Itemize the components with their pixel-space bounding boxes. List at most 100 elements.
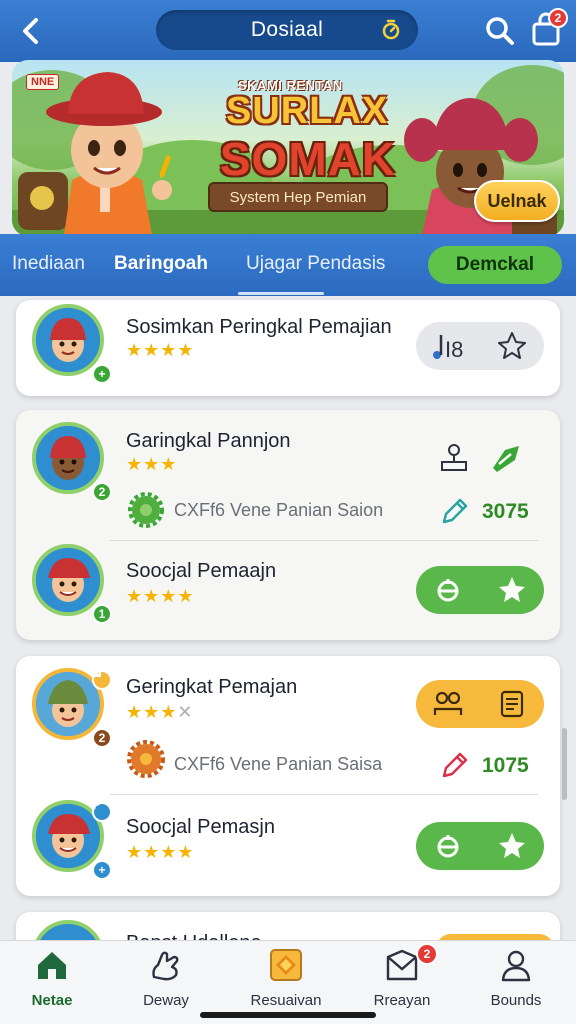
gem-box-icon [270, 949, 302, 981]
search-icon [486, 17, 514, 45]
tab-demckal[interactable]: Demckal [428, 246, 562, 284]
send-gift-button[interactable] [486, 438, 526, 478]
friends-icon [433, 691, 463, 715]
music-note-icon: I8 [433, 335, 463, 361]
nav-label: Rreayan [373, 992, 431, 1009]
crossed-swords-icon: ✕ [177, 702, 194, 722]
banner-tag: NNE [26, 74, 60, 90]
row-divider [110, 794, 538, 795]
avatar[interactable]: + [32, 800, 112, 880]
add-friend-badge[interactable]: + [92, 364, 112, 384]
leaderboard-card[interactable]: 2 Garingkal Pannjon ★★★ CXFf6 Vene Pania… [16, 410, 560, 640]
row-divider [110, 540, 538, 541]
level-badge: 2 [92, 728, 112, 748]
back-button[interactable] [14, 14, 48, 48]
action-pill: I8 [416, 322, 544, 370]
nav-label: Resuaivan [250, 992, 322, 1009]
podium-icon [441, 444, 467, 471]
avatar[interactable]: 2 [32, 422, 112, 502]
player-name: Soocjal Pemasjn [126, 816, 275, 838]
scrollbar-thumb[interactable] [562, 728, 567, 800]
send-arrow-icon [493, 446, 519, 472]
notification-badge: 2 [416, 943, 438, 965]
player-name: Geringkat Pemajan [126, 676, 298, 698]
nav-rreayan[interactable]: 2 Rreayan [350, 943, 454, 1009]
nav-netae[interactable]: Netae [0, 947, 104, 1009]
action-pill [416, 680, 544, 728]
star-outline-icon [498, 332, 526, 359]
promo-banner[interactable]: NNE SKAMI RENTAN SURLAX SOMAK System Hep… [12, 60, 564, 236]
sparkle-icon [90, 800, 100, 810]
home-indicator [200, 1012, 376, 1018]
tab-baringoah[interactable]: Baringoah [114, 253, 208, 275]
gift-icon [437, 579, 459, 602]
favorite-button[interactable] [492, 570, 532, 610]
tab-ujagar-pendasis[interactable]: Ujagar Pendasis [246, 253, 385, 275]
page-title: Dosiaal [250, 18, 324, 41]
avatar[interactable]: + [32, 304, 112, 384]
pencil-icon [442, 752, 468, 778]
home-icon [38, 952, 66, 979]
nav-label: Bounds [490, 992, 542, 1009]
search-button[interactable] [484, 15, 516, 47]
favorite-button[interactable] [492, 326, 532, 366]
player-avatar-icon [36, 548, 100, 612]
player-score: 1075 [482, 754, 529, 777]
edit-button[interactable] [434, 492, 474, 532]
banner-logo-line2: SOMAK [219, 133, 397, 185]
action-pill [416, 822, 544, 870]
add-friend-badge[interactable]: + [92, 860, 112, 880]
shopping-bag-button[interactable]: 2 [530, 8, 568, 48]
player-name: Soocjal Pemaajn [126, 560, 277, 582]
leaderboard-card[interactable]: + Sosimkan Peringkal Pemajian ★★★★ I8 [16, 300, 560, 396]
banner-ribbon: System Hep Pemian [208, 182, 388, 212]
envelope-icon [386, 949, 418, 981]
player-avatar-icon [36, 308, 100, 372]
hand-icon [152, 951, 179, 981]
tab-underline [238, 292, 324, 295]
gift-button[interactable] [428, 826, 468, 866]
profile-icon [501, 950, 531, 982]
level-badge: 1 [92, 604, 112, 624]
gift-icon [437, 835, 459, 858]
title-pill[interactable]: Dosiaal [156, 10, 418, 50]
player-name: Sosimkan Peringkal Pemajian [126, 316, 392, 338]
nav-deway[interactable]: Deway [114, 947, 218, 1009]
cart-count-badge: 2 [548, 8, 568, 28]
notes-button[interactable] [492, 684, 532, 724]
nav-resuaivan[interactable]: Resuaivan [234, 947, 338, 1009]
player-name: Garingkal Pannjon [126, 430, 291, 452]
music-note-button[interactable]: I8 [428, 326, 468, 366]
star-rating: ★★★★ [126, 842, 195, 862]
leaderboard-card[interactable]: 2 Geringkat Pemajan ★★★✕ CXFf6 Vene Pani… [16, 656, 560, 896]
player-score: 3075 [482, 500, 529, 523]
star-rating: ★★★★ [126, 340, 195, 360]
level-badge: 2 [92, 482, 112, 502]
action-pill [416, 566, 544, 614]
gift-button[interactable] [428, 570, 468, 610]
crown-badge [91, 669, 112, 690]
star-rating: ★★★✕ [126, 702, 194, 722]
banner-logo-line1: SURLAX [226, 90, 389, 132]
star-filled-icon [499, 833, 525, 858]
edit-button[interactable] [434, 746, 474, 786]
gear-badge-icon [128, 492, 164, 528]
reward-description: CXFf6 Vene Panian Saisa [174, 754, 383, 774]
unlock-button[interactable]: Uelnak [474, 180, 560, 222]
top-app-bar: Dosiaal 2 [0, 0, 576, 62]
avatar[interactable]: 2 [32, 668, 112, 748]
crown-icon [91, 669, 101, 677]
player-avatar-icon [36, 426, 100, 490]
podium-button[interactable] [434, 438, 474, 478]
friends-button[interactable] [428, 684, 468, 724]
favorite-button[interactable] [492, 826, 532, 866]
chevron-left-icon [23, 18, 38, 44]
nav-bounds[interactable]: Bounds [464, 947, 568, 1009]
tab-inediaan[interactable]: Inediaan [12, 253, 85, 275]
sparkle-badge [90, 800, 112, 822]
timer-icon [382, 19, 400, 40]
avatar[interactable]: 1 [32, 544, 112, 624]
nav-label: Netae [31, 992, 73, 1009]
reward-description: CXFf6 Vene Panian Saion [174, 500, 384, 520]
gear-badge-icon [127, 740, 165, 778]
